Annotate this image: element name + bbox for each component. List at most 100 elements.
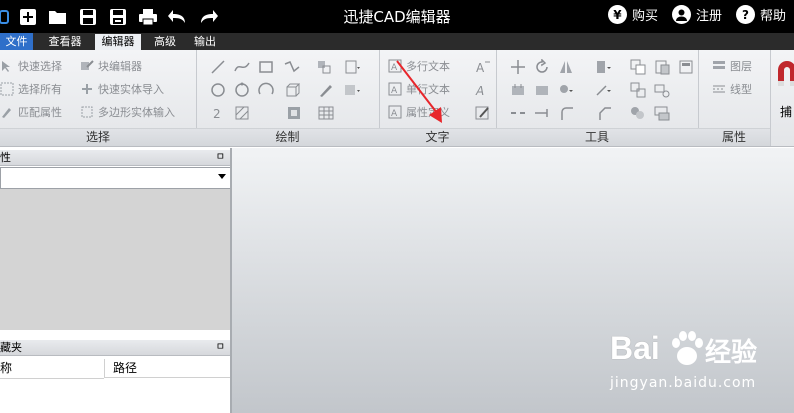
group-select: 快速选择 选择所有 匹配属性 块编辑器 快速实体导入 多边形实体输入 选择 [0,50,197,146]
chamfer-icon[interactable] [596,105,612,121]
watermark-brand-right: 经验 [705,338,758,368]
annotation-arrow [396,60,442,123]
account-links: ¥ 购买 注册 ? 帮助 [594,5,786,24]
quick-select-button[interactable]: 快速选择 [0,57,62,75]
polygon-icon [81,106,93,118]
edit-text-icon[interactable] [475,105,491,121]
region-dropdown-icon[interactable] [344,82,360,98]
block-editor-button[interactable]: 块编辑器 [80,57,142,75]
snap-label[interactable]: 捕 [780,102,792,120]
layer-settings-icon[interactable] [654,105,670,121]
copy-icon[interactable] [630,59,646,75]
spline-icon[interactable] [234,59,250,75]
mirror-icon[interactable] [558,59,574,75]
group-snap: 捕 [770,50,794,146]
insert-block-icon[interactable] [316,59,332,75]
help-link[interactable]: ? 帮助 [735,5,786,24]
tab-advanced[interactable]: 高级 [148,34,182,50]
linetype-button[interactable]: 线型 [712,80,752,98]
quick-select-icon [2,61,10,72]
user-icon [671,5,691,24]
fillet-icon[interactable] [558,105,574,121]
scale-dropdown-icon[interactable] [596,82,612,98]
register-link[interactable]: 注册 [671,5,722,24]
point-icon[interactable]: 2 [210,105,226,121]
paste-icon[interactable] [654,59,670,75]
polygon-entity-input-button[interactable]: 多边形实体输入 [80,103,175,121]
help-label: 帮助 [759,9,786,24]
ungroup-icon[interactable] [654,82,670,98]
tab-output[interactable]: 输出 [188,34,222,50]
join-icon[interactable] [534,105,550,121]
svg-text:A: A [475,84,484,98]
rectangle-icon[interactable] [258,59,274,75]
move-icon[interactable] [510,59,526,75]
circle-3pt-icon[interactable] [234,82,250,98]
paw-icon [672,331,703,365]
table-icon[interactable] [318,105,334,121]
trim-icon[interactable] [510,82,526,98]
offset-dropdown-icon[interactable] [558,82,574,98]
brush-icon [2,108,11,118]
svg-text:A: A [476,61,485,75]
svg-text:2: 2 [213,107,221,121]
register-label: 注册 [695,9,722,24]
properties-grid [0,189,230,330]
pen-icon[interactable] [318,82,334,98]
array-dropdown-icon[interactable] [596,59,612,75]
color-icon[interactable] [630,105,646,121]
hatch-dropdown-icon[interactable] [344,59,360,75]
text-style-icon[interactable]: A [475,59,491,75]
properties-panel-title: 性 [0,151,11,164]
buy-link[interactable]: ¥ 购买 [607,5,658,24]
buy-label: 购买 [631,9,658,24]
group-properties: 图层 线型 属性 [698,50,771,146]
rotate-icon[interactable] [534,59,550,75]
properties-panel-header: 性 ㅁ [0,150,231,166]
group-icon[interactable] [630,82,646,98]
pin-icon[interactable]: ㅁ [216,340,225,355]
hatch-icon[interactable] [234,105,250,121]
column-header-name[interactable]: 称 [0,359,104,379]
group-draw-label: 绘制 [196,128,379,146]
layers-button[interactable]: 图层 [712,57,752,75]
tab-viewer[interactable]: 查看器 [42,34,88,50]
select-all-button[interactable]: 选择所有 [0,80,62,98]
column-header-path[interactable]: 路径 [104,359,230,378]
block-editor-icon [81,60,94,70]
pin-icon[interactable]: ㅁ [216,150,225,165]
extend-icon[interactable] [534,82,550,98]
group-properties-label: 属性 [698,128,770,146]
line-icon[interactable] [210,59,226,75]
title-bar: 迅捷CAD编辑器 ¥ 购买 注册 ? 帮助 [0,0,794,33]
watermark: Bai 经验 jingyan.baidu.com [585,320,785,410]
select-all-icon [0,82,14,96]
plus-icon [82,84,92,94]
magnet-icon[interactable] [776,58,794,88]
arc-icon[interactable] [258,82,274,98]
tab-file[interactable]: 文件 [0,33,33,50]
polyline-icon[interactable] [284,59,300,75]
snap-group-label [770,129,794,146]
watermark-url: jingyan.baidu.com [610,375,757,391]
layers-icon [713,61,725,69]
match-properties-button[interactable]: 匹配属性 [0,103,62,121]
group-draw: 2 绘制 [196,50,380,146]
break-icon[interactable] [510,105,526,121]
circle-icon[interactable] [210,82,226,98]
group-tools: 工具 [496,50,699,146]
group-tools-label: 工具 [496,128,698,146]
tab-editor[interactable]: 编辑器 [95,34,141,50]
favorites-panel-header: 藏夹 ㅁ [0,340,231,356]
properties-selector[interactable] [0,167,231,189]
chevron-down-icon[interactable] [218,174,226,179]
favorites-panel-title: 藏夹 [0,341,22,354]
explode-icon[interactable] [678,59,694,75]
ribbon-tab-bar: 文件 查看器 编辑器 高级 输出 [0,33,794,50]
linetype-icon [713,85,725,93]
group-select-label: 选择 [0,128,196,146]
quick-entity-import-button[interactable]: 快速实体导入 [80,80,164,98]
image-icon[interactable] [286,105,302,121]
cube-icon[interactable] [284,82,300,98]
text-edit-icon[interactable]: A [475,82,491,98]
